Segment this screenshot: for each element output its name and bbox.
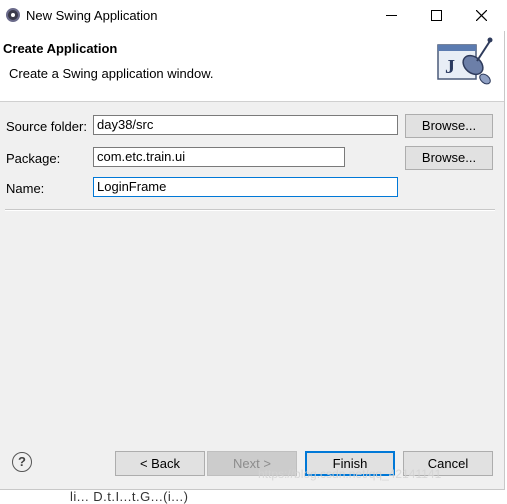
back-button[interactable]: < Back <box>115 451 205 476</box>
source-folder-label: Source folder: <box>6 119 87 134</box>
window-title: New Swing Application <box>26 8 158 23</box>
name-label: Name: <box>6 181 45 196</box>
wizard-window: New Swing Application Create Application… <box>0 0 505 490</box>
package-field[interactable]: com.etc.train.ui <box>93 147 345 167</box>
eclipse-icon <box>6 8 20 22</box>
title-bar[interactable]: New Swing Application <box>0 0 505 31</box>
banner-title: Create Application <box>3 41 118 56</box>
name-field[interactable]: LoginFrame <box>93 177 398 197</box>
wizard-banner: Create Application Create a Swing applic… <box>0 31 504 102</box>
source-folder-browse-button[interactable]: Browse... <box>405 114 493 138</box>
package-browse-button[interactable]: Browse... <box>405 146 493 170</box>
close-icon <box>476 10 487 21</box>
minimize-button[interactable] <box>368 0 414 31</box>
form-separator-highlight <box>5 210 495 211</box>
source-folder-field[interactable]: day38/src <box>93 115 398 135</box>
help-icon[interactable]: ? <box>12 452 32 472</box>
svg-text:J: J <box>445 56 455 78</box>
java-swing-wizard-icon: J <box>437 37 493 85</box>
close-button[interactable] <box>459 0 505 31</box>
watermark-text: https://blog.csdn.net/qq_42141141 <box>258 467 442 481</box>
maximize-button[interactable] <box>413 0 459 31</box>
banner-description: Create a Swing application window. <box>9 66 214 81</box>
package-label: Package: <box>6 151 61 166</box>
